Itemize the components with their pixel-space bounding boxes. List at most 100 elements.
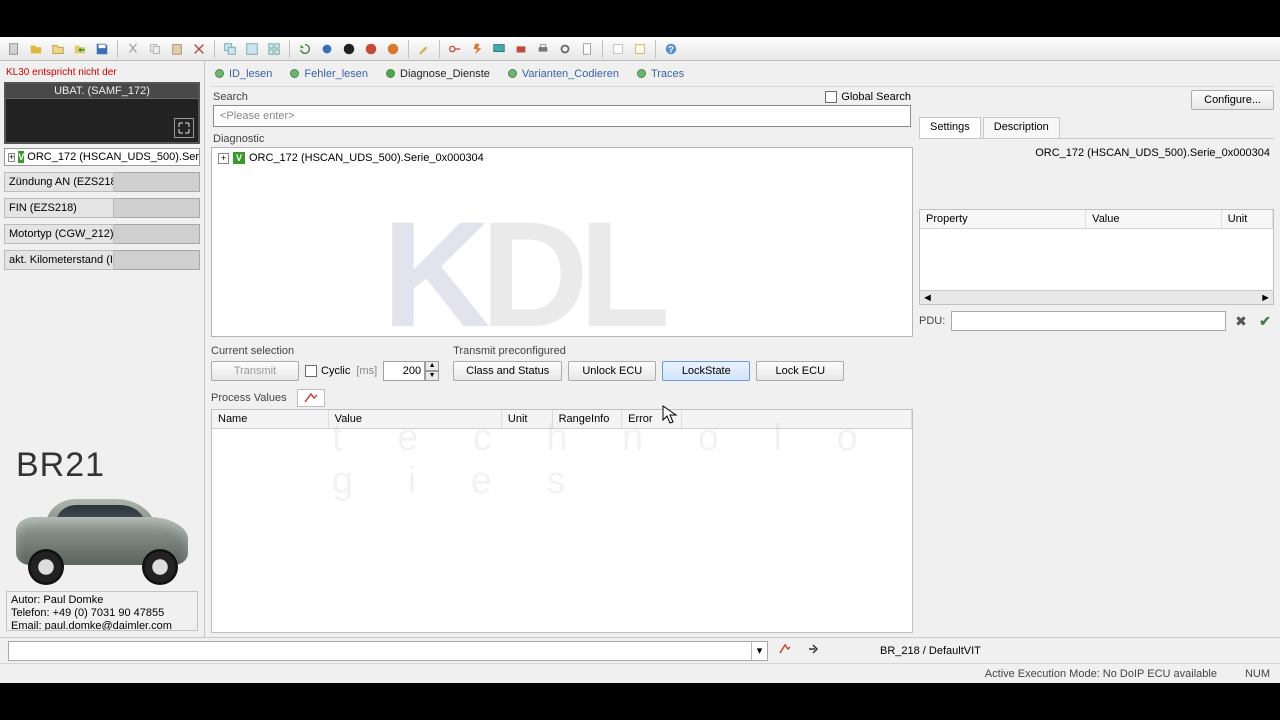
watermark: KDL — [382, 188, 660, 337]
interval-stepper[interactable]: ▲▼ — [383, 361, 439, 381]
tab-diagnose-dienste[interactable]: Diagnose_Dienste — [386, 68, 490, 80]
bottom-combo[interactable]: ▾ — [8, 641, 768, 661]
expand-icon[interactable]: + — [218, 153, 229, 164]
tb-warn-icon[interactable] — [383, 39, 403, 59]
ecu-selection[interactable]: + V ORC_172 (HSCAN_UDS_500).Serie_ — [4, 148, 200, 166]
execute-icon[interactable] — [806, 642, 820, 659]
tb-edit-icon[interactable] — [414, 39, 434, 59]
right-ecu-label: ORC_172 (HSCAN_UDS_500).Serie_0x000304 — [919, 139, 1274, 169]
ecu-valid-icon: V — [18, 151, 24, 163]
tab-fehler-lesen[interactable]: Fehler_lesen — [290, 68, 368, 80]
tb-save-icon[interactable] — [92, 39, 112, 59]
spin-down[interactable]: ▼ — [425, 371, 439, 381]
tb-doc-icon[interactable] — [577, 39, 597, 59]
num-indicator: NUM — [1245, 668, 1270, 680]
tb-ecu-icon[interactable] — [511, 39, 531, 59]
tb-screen-icon[interactable] — [489, 39, 509, 59]
clear-values-icon[interactable] — [297, 389, 325, 407]
tb-alert-icon[interactable] — [361, 39, 381, 59]
tb-tile-icon[interactable] — [242, 39, 262, 59]
tab-settings[interactable]: Settings — [919, 117, 981, 138]
class-status-button[interactable]: Class and Status — [453, 361, 562, 381]
tb-cascade-icon[interactable] — [220, 39, 240, 59]
confirm-icon[interactable]: ✔ — [1256, 312, 1274, 330]
global-search-toggle[interactable]: Global Search — [825, 91, 911, 103]
transmit-preconfigured-group: Transmit preconfigured Class and Status … — [453, 345, 844, 381]
clear-icon[interactable] — [778, 642, 792, 659]
tab-varianten-codieren[interactable]: Varianten_Codieren — [508, 68, 619, 80]
main-toolbar: ? — [0, 37, 1280, 61]
property-grid[interactable]: Property Value Unit ◄► — [919, 209, 1274, 305]
tab-description[interactable]: Description — [983, 117, 1060, 138]
cyclic-toggle[interactable]: Cyclic — [305, 365, 350, 377]
toolbar-separator — [408, 40, 409, 58]
ecu-label: ORC_172 (HSCAN_UDS_500).Serie_ — [27, 151, 200, 163]
tb-refresh-icon[interactable] — [295, 39, 315, 59]
process-values-label: Process Values — [211, 392, 287, 404]
diagnostic-tree[interactable]: + V ORC_172 (HSCAN_UDS_500).Serie_0x0003… — [211, 147, 913, 337]
toolbar-separator — [214, 40, 215, 58]
tb-key-icon[interactable] — [445, 39, 465, 59]
ecu-valid-icon: V — [233, 152, 245, 164]
tab-traces[interactable]: Traces — [637, 68, 684, 80]
scrollbar[interactable]: ◄► — [920, 290, 1273, 304]
tree-item[interactable]: + V ORC_172 (HSCAN_UDS_500).Serie_0x0003… — [218, 152, 906, 164]
vehicle-image — [10, 487, 195, 587]
right-tabs: Settings Description — [919, 117, 1274, 139]
transmit-button[interactable]: Transmit — [211, 361, 299, 381]
tb-cut-icon[interactable] — [123, 39, 143, 59]
diagnostic-label: Diagnostic — [211, 129, 913, 147]
vehicle-panel: BR21 Autor: Paul Domke Telefon: +49 (0) … — [0, 440, 204, 637]
tb-help-icon[interactable]: ? — [661, 39, 681, 59]
param-row: akt. Kilometerstand (IC — [4, 250, 200, 270]
toolbar-separator — [439, 40, 440, 58]
toolbar-separator — [602, 40, 603, 58]
unlock-ecu-button[interactable]: Unlock ECU — [568, 361, 656, 381]
toolbar-separator — [289, 40, 290, 58]
status-text: Active Execution Mode: No DoIP ECU avail… — [985, 668, 1217, 680]
tb-record-icon[interactable] — [317, 39, 337, 59]
expand-icon[interactable] — [174, 118, 194, 138]
pdu-input[interactable] — [951, 311, 1226, 331]
toolbar-separator — [117, 40, 118, 58]
tb-gear-icon[interactable] — [555, 39, 575, 59]
ubat-title: UBAT. (SAMF_172) — [6, 84, 198, 99]
tb-grid-icon[interactable] — [264, 39, 284, 59]
left-sidebar: KL30 entspricht nicht der UBAT. (SAMF_17… — [0, 61, 205, 637]
tb-delete-icon[interactable] — [189, 39, 209, 59]
spin-up[interactable]: ▲ — [425, 361, 439, 371]
tb-folder-icon[interactable] — [48, 39, 68, 59]
tb-copy-icon[interactable] — [145, 39, 165, 59]
vehicle-title: BR21 — [6, 446, 198, 485]
toolbar-separator — [655, 40, 656, 58]
svg-text:?: ? — [668, 44, 674, 55]
tb-import-icon[interactable] — [70, 39, 90, 59]
contact-info[interactable]: Autor: Paul Domke Telefon: +49 (0) 7031 … — [6, 591, 198, 631]
checkbox-icon[interactable] — [305, 365, 317, 377]
current-selection-group: Current selection Transmit Cyclic [ms] — [211, 345, 439, 381]
chevron-down-icon[interactable]: ▾ — [751, 642, 767, 660]
tb-new-icon[interactable] — [4, 39, 24, 59]
param-row: Motortyp (CGW_212) — [4, 224, 200, 244]
process-values-grid[interactable]: Name Value Unit RangeInfo Error t e c h … — [211, 409, 913, 633]
cancel-icon[interactable]: ✖ — [1232, 312, 1250, 330]
error-text: KL30 entspricht nicht der — [4, 65, 200, 82]
configure-button[interactable]: Configure... — [1191, 90, 1274, 110]
path-label: BR_218 / DefaultVIT — [880, 645, 981, 657]
param-row: FIN (EZS218) — [4, 198, 200, 218]
tb-open-icon[interactable] — [26, 39, 46, 59]
tb-log-icon[interactable] — [608, 39, 628, 59]
tb-print-icon[interactable] — [533, 39, 553, 59]
search-input[interactable] — [213, 105, 911, 127]
tab-id-lesen[interactable]: ID_lesen — [215, 68, 272, 80]
tb-log2-icon[interactable] — [630, 39, 650, 59]
lock-ecu-button[interactable]: Lock ECU — [756, 361, 844, 381]
checkbox-icon[interactable] — [825, 91, 837, 103]
param-row: Zündung AN (EZS218 — [4, 172, 200, 192]
pdu-label: PDU: — [919, 315, 945, 327]
status-bar: Active Execution Mode: No DoIP ECU avail… — [0, 663, 1280, 683]
tb-stop-icon[interactable] — [339, 39, 359, 59]
lock-state-button[interactable]: LockState — [662, 361, 750, 381]
tb-paste-icon[interactable] — [167, 39, 187, 59]
tb-flash-icon[interactable] — [467, 39, 487, 59]
